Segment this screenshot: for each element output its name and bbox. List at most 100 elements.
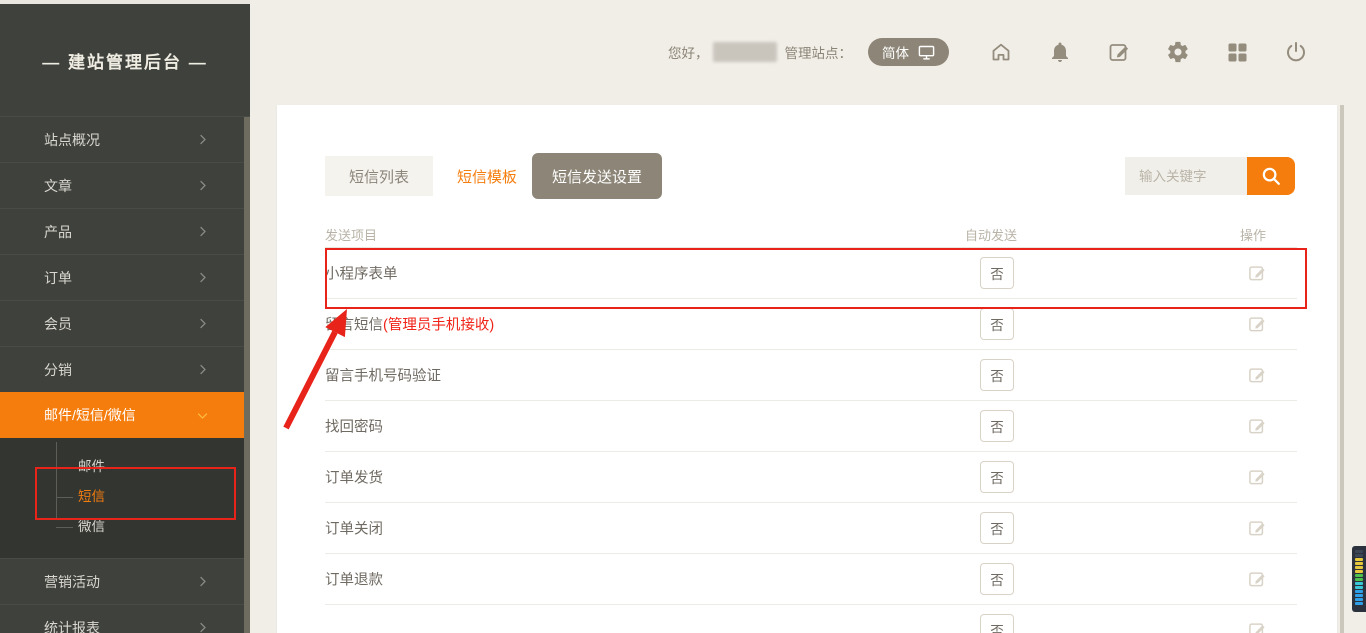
submenu-tree-line xyxy=(56,442,57,520)
sidebar-item[interactable]: 分销 xyxy=(0,346,250,392)
auto-send-toggle-button[interactable]: 否 xyxy=(980,512,1014,544)
sidebar-subitem[interactable]: 短信 xyxy=(0,482,250,512)
sms-send-settings-button[interactable]: 短信发送设置 xyxy=(532,153,662,199)
sidebar-item[interactable]: 邮件/短信/微信 xyxy=(0,392,250,438)
tab-bar: 短信列表 短信模板 xyxy=(325,156,541,196)
auto-send-toggle-button[interactable]: 否 xyxy=(980,614,1014,633)
tab-label: 短信模板 xyxy=(457,166,517,187)
sidebar-item-label: 产品 xyxy=(44,222,72,242)
sidebar-subitem[interactable]: 邮件 xyxy=(0,452,250,482)
tab[interactable]: 短信模板 xyxy=(433,156,541,196)
sidebar-item-label: 邮件/短信/微信 xyxy=(44,405,136,425)
edit-icon[interactable] xyxy=(1247,416,1267,436)
widget-stripe xyxy=(1355,602,1363,605)
row-label: 订单发货 xyxy=(325,467,383,488)
row-label: 订单关闭 xyxy=(325,518,383,539)
sidebar-scrollbar[interactable] xyxy=(244,117,250,633)
sidebar-item-label: 会员 xyxy=(44,314,72,334)
sidebar-item[interactable]: 订单 xyxy=(0,254,250,300)
sidebar-item[interactable]: 营销活动 xyxy=(0,558,250,604)
column-header-item: 发送项目 xyxy=(325,225,377,244)
greeting-label: 您好， xyxy=(668,42,709,62)
table-row: 否 xyxy=(325,605,1297,633)
top-bar: 您好， 管理站点： 简体 xyxy=(250,0,1366,105)
search-input[interactable] xyxy=(1125,157,1247,195)
sidebar-menu-bottom: 营销活动 统计报表 xyxy=(0,558,250,633)
monitor-icon xyxy=(918,45,935,60)
widget-stripe xyxy=(1355,550,1363,553)
auto-send-toggle-button[interactable]: 否 xyxy=(980,308,1014,340)
row-label: 找回密码 xyxy=(325,416,383,437)
sidebar-submenu-block: 邮件 短信 微信 xyxy=(0,438,250,558)
apps-icon[interactable] xyxy=(1225,40,1249,64)
chevron-right-icon xyxy=(195,178,210,193)
chevron-right-icon xyxy=(195,132,210,147)
column-header-auto-send: 自动发送 xyxy=(965,225,1017,244)
page-scrollbar[interactable] xyxy=(1340,105,1344,633)
sidebar-subitem[interactable]: 微信 xyxy=(0,512,250,542)
sidebar-item[interactable]: 统计报表 xyxy=(0,604,250,633)
sidebar-item[interactable]: 文章 xyxy=(0,162,250,208)
sidebar-item[interactable]: 会员 xyxy=(0,300,250,346)
sidebar-item-label: 营销活动 xyxy=(44,572,100,592)
edit-icon[interactable] xyxy=(1247,569,1267,589)
widget-stripe xyxy=(1355,574,1363,577)
edit-icon[interactable] xyxy=(1247,365,1267,385)
widget-stripe xyxy=(1355,562,1363,565)
settings-icon[interactable] xyxy=(1166,40,1190,64)
edit-icon[interactable] xyxy=(1247,518,1267,538)
table-row: 订单关闭 否 xyxy=(325,503,1297,554)
search-box xyxy=(1125,157,1295,195)
chevron-right-icon xyxy=(195,362,210,377)
chevron-down-icon xyxy=(195,408,210,423)
floating-widget[interactable] xyxy=(1352,546,1366,612)
tab[interactable]: 短信列表 xyxy=(325,156,433,196)
sidebar-item-label: 分销 xyxy=(44,360,72,380)
app-title: — 建站管理后台 — xyxy=(0,4,250,116)
auto-send-toggle-button[interactable]: 否 xyxy=(980,359,1014,391)
sidebar-item-label: 站点概况 xyxy=(44,130,100,150)
sidebar-top-strip xyxy=(0,0,250,4)
sidebar-item-label: 订单 xyxy=(44,268,72,288)
sms-template-table: 发送项目 自动发送 操作 小程序表单 否 xyxy=(325,225,1297,633)
sidebar-item[interactable]: 产品 xyxy=(0,208,250,254)
edit-icon[interactable] xyxy=(1247,314,1267,334)
tab-label: 短信列表 xyxy=(349,166,409,187)
widget-stripe xyxy=(1355,598,1363,601)
bell-icon[interactable] xyxy=(1048,40,1072,64)
manage-site-label: 管理站点： xyxy=(785,42,853,62)
power-icon[interactable] xyxy=(1284,40,1308,64)
table-row: 小程序表单 否 xyxy=(325,248,1297,299)
edit-icon[interactable] xyxy=(1247,263,1267,283)
table-row: 订单发货 否 xyxy=(325,452,1297,503)
row-label: 订单退款 xyxy=(325,569,383,590)
table-row: 留言短信(管理员手机接收) 否 xyxy=(325,299,1297,350)
chevron-right-icon xyxy=(195,316,210,331)
edit-icon[interactable] xyxy=(1247,467,1267,487)
table-row: 订单退款 否 xyxy=(325,554,1297,605)
widget-stripe xyxy=(1355,566,1363,569)
widget-stripe xyxy=(1355,582,1363,585)
search-button[interactable] xyxy=(1247,157,1295,195)
language-button[interactable]: 简体 xyxy=(868,38,949,66)
auto-send-toggle-button[interactable]: 否 xyxy=(980,461,1014,493)
chevron-right-icon xyxy=(195,224,210,239)
chevron-right-icon xyxy=(195,620,210,633)
content-panel: 短信列表 短信模板 短信发送设置 发送项目 自动发送 操作 xyxy=(277,105,1337,633)
home-icon[interactable] xyxy=(989,40,1013,64)
sidebar-menu-top: 站点概况 文章 产品 订单 xyxy=(0,116,250,438)
edit-icon[interactable] xyxy=(1247,620,1267,633)
sidebar-item-label: 文章 xyxy=(44,176,72,196)
auto-send-toggle-button[interactable]: 否 xyxy=(980,563,1014,595)
language-label: 简体 xyxy=(882,42,909,62)
row-label: 小程序表单 xyxy=(325,263,398,284)
auto-send-toggle-button[interactable]: 否 xyxy=(980,410,1014,442)
widget-stripe xyxy=(1355,594,1363,597)
auto-send-toggle-button[interactable]: 否 xyxy=(980,257,1014,289)
widget-stripe xyxy=(1355,554,1363,557)
sidebar-item[interactable]: 站点概况 xyxy=(0,116,250,162)
widget-stripe xyxy=(1355,590,1363,593)
sidebar-subitem-label: 微信 xyxy=(78,519,105,534)
compose-icon[interactable] xyxy=(1107,40,1131,64)
search-icon xyxy=(1260,165,1282,187)
